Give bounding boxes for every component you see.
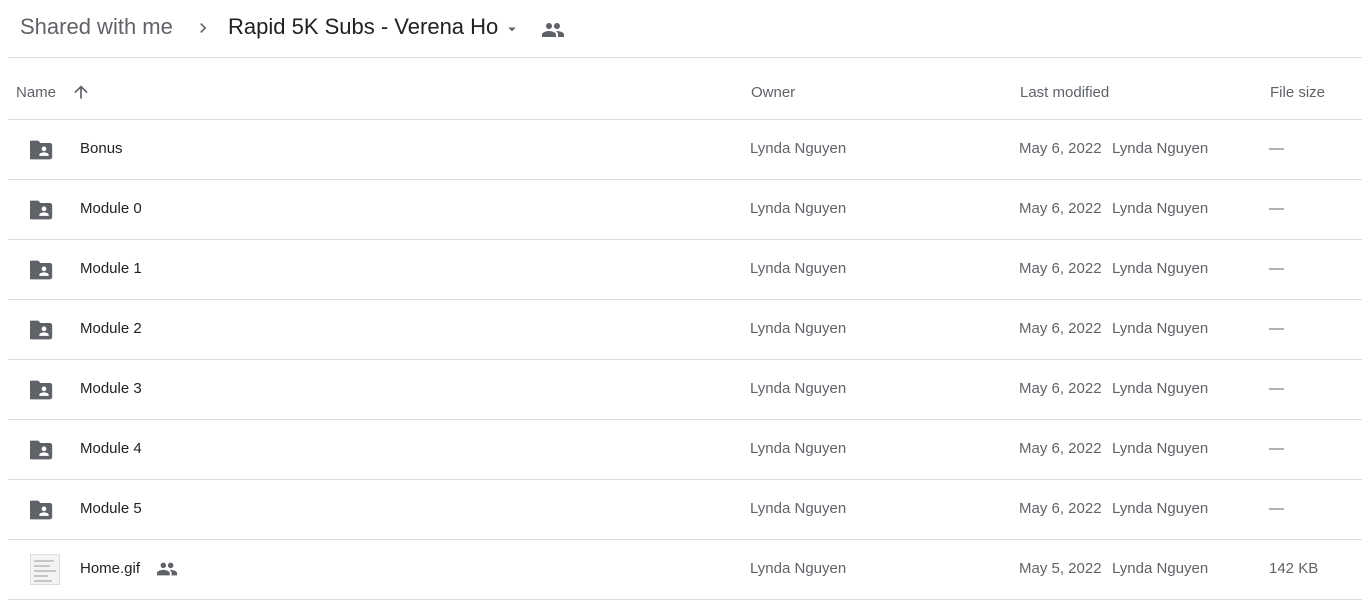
table-row[interactable]: Module 4 Lynda Nguyen May 6, 2022 Lynda … [8, 420, 1362, 480]
table-row[interactable]: Home.gif Lynda Nguyen May 5, 2022 Lynda … [8, 540, 1362, 600]
file-size: — [1269, 260, 1284, 277]
column-header-last-modified[interactable]: Last modified [1020, 84, 1109, 101]
file-owner: Lynda Nguyen [750, 500, 847, 517]
column-header-name[interactable]: Name [16, 84, 56, 101]
shared-folder-icon [30, 440, 53, 460]
file-modified-date: May 6, 2022 [1019, 260, 1102, 277]
file-modified-by: Lynda Nguyen [1112, 380, 1209, 397]
shared-folder-icon [30, 320, 53, 340]
file-owner: Lynda Nguyen [750, 140, 847, 157]
column-header-file-size[interactable]: File size [1270, 84, 1325, 101]
file-list: Bonus Lynda Nguyen May 6, 2022 Lynda Ngu… [8, 120, 1362, 600]
file-modified-date: May 6, 2022 [1019, 380, 1102, 397]
file-modified-by: Lynda Nguyen [1112, 560, 1209, 577]
file-modified-by: Lynda Nguyen [1112, 200, 1209, 217]
arrow-upward-icon[interactable] [71, 82, 91, 102]
shared-folder-icon [30, 500, 53, 520]
breadcrumb-current-folder[interactable]: Rapid 5K Subs - Verena Ho [228, 14, 498, 40]
file-name[interactable]: Module 3 [80, 380, 142, 397]
breadcrumb-shared-with-me[interactable]: Shared with me [20, 14, 173, 40]
table-row[interactable]: Module 1 Lynda Nguyen May 6, 2022 Lynda … [8, 240, 1362, 300]
file-owner: Lynda Nguyen [750, 440, 847, 457]
file-size: — [1269, 140, 1284, 157]
file-modified-date: May 5, 2022 [1019, 560, 1102, 577]
file-name[interactable]: Module 0 [80, 200, 142, 217]
table-row[interactable]: Module 0 Lynda Nguyen May 6, 2022 Lynda … [8, 180, 1362, 240]
file-owner: Lynda Nguyen [750, 320, 847, 337]
table-row[interactable]: Module 2 Lynda Nguyen May 6, 2022 Lynda … [8, 300, 1362, 360]
file-modified-date: May 6, 2022 [1019, 320, 1102, 337]
table-header: Name Owner Last modified File size [8, 58, 1362, 120]
table-row[interactable]: Module 5 Lynda Nguyen May 6, 2022 Lynda … [8, 480, 1362, 540]
shared-folder-icon [30, 260, 53, 280]
file-owner: Lynda Nguyen [750, 200, 847, 217]
file-size: — [1269, 200, 1284, 217]
file-modified-date: May 6, 2022 [1019, 140, 1102, 157]
file-size: — [1269, 380, 1284, 397]
image-thumbnail [30, 554, 60, 585]
file-name[interactable]: Module 5 [80, 500, 142, 517]
file-name[interactable]: Home.gif [80, 560, 140, 577]
file-modified-by: Lynda Nguyen [1112, 260, 1209, 277]
chevron-right-icon [200, 23, 207, 33]
file-size: — [1269, 320, 1284, 337]
file-name[interactable]: Bonus [80, 140, 123, 157]
file-modified-date: May 6, 2022 [1019, 200, 1102, 217]
shared-folder-icon [30, 380, 53, 400]
file-owner: Lynda Nguyen [750, 260, 847, 277]
file-name[interactable]: Module 1 [80, 260, 142, 277]
arrow-drop-down-icon[interactable] [503, 20, 521, 38]
file-owner: Lynda Nguyen [750, 560, 847, 577]
file-size: — [1269, 440, 1284, 457]
file-modified-by: Lynda Nguyen [1112, 500, 1209, 517]
file-size: — [1269, 500, 1284, 517]
file-modified-by: Lynda Nguyen [1112, 440, 1209, 457]
file-modified-date: May 6, 2022 [1019, 440, 1102, 457]
file-name[interactable]: Module 2 [80, 320, 142, 337]
people-icon [542, 23, 564, 37]
shared-folder-icon [30, 140, 53, 160]
column-header-owner[interactable]: Owner [751, 84, 795, 101]
file-name[interactable]: Module 4 [80, 440, 142, 457]
people-icon [156, 562, 178, 576]
file-size: 142 KB [1269, 560, 1319, 577]
file-modified-by: Lynda Nguyen [1112, 140, 1209, 157]
table-row[interactable]: Bonus Lynda Nguyen May 6, 2022 Lynda Ngu… [8, 120, 1362, 180]
file-modified-date: May 6, 2022 [1019, 500, 1102, 517]
file-modified-by: Lynda Nguyen [1112, 320, 1209, 337]
file-owner: Lynda Nguyen [750, 380, 847, 397]
table-row[interactable]: Module 3 Lynda Nguyen May 6, 2022 Lynda … [8, 360, 1362, 420]
shared-folder-icon [30, 200, 53, 220]
